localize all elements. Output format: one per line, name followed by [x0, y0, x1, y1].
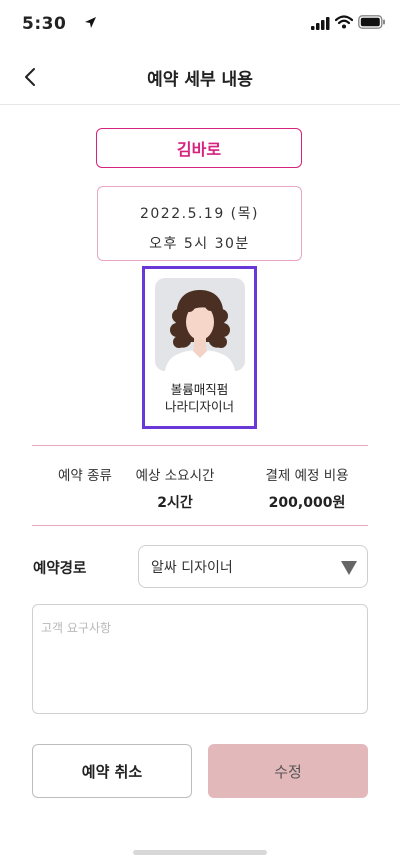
date-time-box: 2022.5.19 (목) 오후 5시 30분 [97, 186, 302, 261]
status-bar: 5:30 [0, 0, 400, 50]
expected-cost: 결제 예정 비용 200,000원 [248, 464, 366, 512]
reservation-type: 예약 종류 [50, 464, 120, 484]
route-label: 예약경로 [33, 561, 87, 577]
edit-button[interactable]: 수정 [208, 744, 368, 798]
page-title: 예약 세부 내용 [147, 70, 253, 90]
caret-down-icon [341, 561, 357, 575]
wifi-icon [335, 15, 353, 29]
designer-service: 볼륨매직펌 [170, 382, 229, 397]
battery-icon [358, 15, 385, 29]
avatar [155, 278, 245, 371]
divider-bottom [32, 525, 368, 526]
nav-bar: 예약 세부 내용 [0, 50, 400, 105]
estimated-duration-value: 2시간 [157, 495, 193, 511]
designer-info: 볼륨매직펌 나라디자이너 [145, 381, 254, 415]
designer-card[interactable]: 볼륨매직펌 나라디자이너 [142, 266, 257, 429]
reservation-time: 오후 5시 30분 [149, 236, 250, 252]
location-arrow-icon [85, 17, 96, 28]
route-select[interactable]: 알싸 디자이너 [138, 545, 368, 588]
divider-top [32, 445, 368, 446]
estimated-duration-label: 예상 소요시간 [135, 468, 215, 484]
reservation-type-label: 예약 종류 [58, 468, 112, 484]
cellular-signal-icon [311, 17, 330, 30]
designer-name: 나라디자이너 [164, 399, 234, 414]
home-indicator [133, 850, 267, 855]
estimated-duration: 예상 소요시간 2시간 [125, 464, 225, 512]
customer-name-box[interactable]: 김바로 [96, 128, 302, 168]
expected-cost-value: 200,000원 [268, 495, 346, 511]
customer-requests-input[interactable] [32, 604, 368, 714]
status-time: 5:30 [22, 14, 67, 34]
reservation-date: 2022.5.19 (목) [139, 206, 259, 222]
route-selected-value: 알싸 디자이너 [151, 560, 233, 576]
designer-avatar-icon [165, 290, 235, 371]
cancel-reservation-button[interactable]: 예약 취소 [32, 744, 192, 798]
expected-cost-label: 결제 예정 비용 [265, 468, 349, 484]
